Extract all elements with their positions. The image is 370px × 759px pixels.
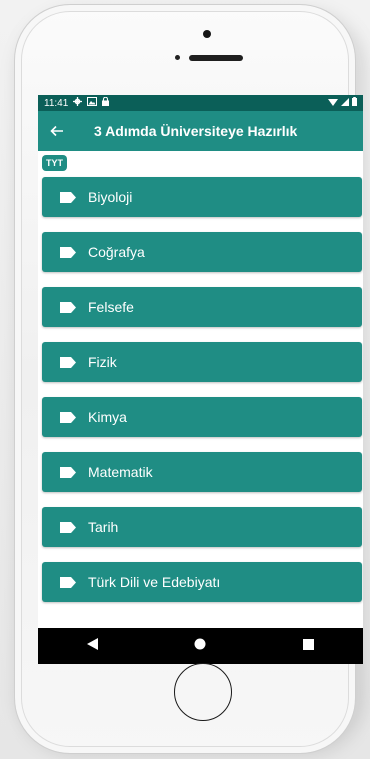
back-triangle-icon <box>86 637 98 655</box>
proximity-sensor <box>175 55 180 60</box>
subject-label: Matematik <box>88 464 153 480</box>
subject-button-turk-dili[interactable]: Türk Dili ve Edebiyatı <box>42 562 362 602</box>
battery-icon <box>352 97 357 109</box>
image-icon <box>87 97 98 109</box>
subject-button-biyoloji[interactable]: Biyoloji <box>42 177 362 217</box>
tag-icon <box>60 465 80 479</box>
exam-chip: TYT <box>42 155 67 171</box>
subject-label: Türk Dili ve Edebiyatı <box>88 574 221 590</box>
subject-label: Biyoloji <box>88 189 133 205</box>
status-time: 11:41 <box>44 97 69 109</box>
stage: 11:41 3 Adımda Üniversiteye Hazırlık TYT… <box>0 0 370 759</box>
home-circle-icon <box>194 637 206 655</box>
subject-button-cografya[interactable]: Coğrafya <box>42 232 362 272</box>
tag-icon <box>60 300 80 314</box>
back-button[interactable] <box>38 111 76 151</box>
screen: 11:41 3 Adımda Üniversiteye Hazırlık TYT… <box>38 95 363 662</box>
subject-button-tarih[interactable]: Tarih <box>42 507 362 547</box>
tag-icon <box>60 355 80 369</box>
subject-label: Tarih <box>88 519 119 535</box>
chip-row: TYT <box>38 151 363 175</box>
tag-icon <box>60 190 80 204</box>
nav-home-button[interactable] <box>180 628 220 664</box>
recents-square-icon <box>303 637 315 655</box>
subject-button-matematik[interactable]: Matematik <box>42 452 362 492</box>
tag-icon <box>60 410 80 424</box>
front-camera <box>203 30 211 38</box>
earpiece-speaker <box>189 55 243 61</box>
arrow-left-icon <box>50 121 64 142</box>
nav-back-button[interactable] <box>72 628 112 664</box>
status-right <box>328 97 357 109</box>
status-left: 11:41 <box>44 96 110 109</box>
status-bar: 11:41 <box>38 95 363 111</box>
wifi-icon <box>328 98 338 109</box>
signal-icon <box>341 97 349 109</box>
tag-icon <box>60 575 80 589</box>
tag-icon <box>60 520 80 534</box>
subject-label: Felsefe <box>88 299 134 315</box>
tag-icon <box>60 245 80 259</box>
subject-button-felsefe[interactable]: Felsefe <box>42 287 362 327</box>
subject-label: Fizik <box>88 354 117 370</box>
physical-home-button[interactable] <box>174 663 232 721</box>
page-title: 3 Adımda Üniversiteye Hazırlık <box>94 123 298 139</box>
lock-icon <box>102 96 110 109</box>
subject-label: Coğrafya <box>88 244 145 260</box>
gear-icon <box>73 97 83 109</box>
system-nav-bar <box>38 628 363 664</box>
subject-button-fizik[interactable]: Fizik <box>42 342 362 382</box>
nav-recents-button[interactable] <box>289 628 329 664</box>
subject-button-kimya[interactable]: Kimya <box>42 397 362 437</box>
subject-label: Kimya <box>88 409 127 425</box>
subject-list: Biyoloji Coğrafya Felsefe Fizik Kimya Ma… <box>38 175 363 602</box>
app-bar: 3 Adımda Üniversiteye Hazırlık <box>38 111 363 151</box>
